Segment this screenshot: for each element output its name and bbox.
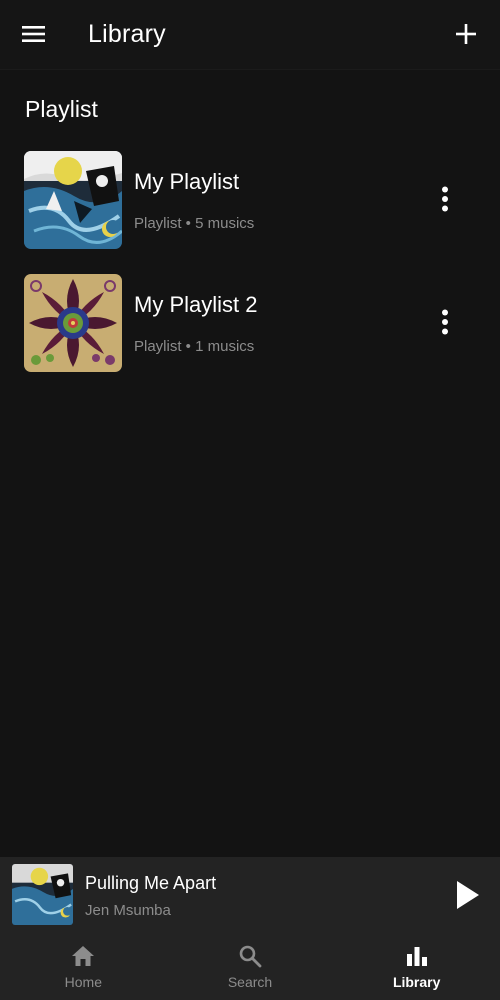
- playlist-cover-image: [24, 151, 122, 249]
- plus-icon: [456, 24, 476, 44]
- nav-home[interactable]: Home: [0, 934, 167, 1000]
- playlist-more-button[interactable]: [430, 179, 460, 219]
- playlist-name: My Playlist: [134, 169, 240, 194]
- play-icon: [457, 881, 479, 909]
- menu-button[interactable]: [14, 16, 54, 52]
- now-playing-title: Pulling Me Apart: [85, 873, 217, 893]
- playlist-cover-image: [24, 274, 122, 372]
- search-icon: [239, 945, 262, 968]
- playlist-more-button[interactable]: [430, 302, 460, 342]
- nav-search[interactable]: Search: [167, 934, 334, 1000]
- home-icon: [72, 946, 95, 966]
- now-playing-artist: Jen Msumba: [85, 902, 171, 919]
- app-root: Library Playlist My Playlist Playlist • …: [0, 0, 500, 1000]
- playlist-name: My Playlist 2: [134, 292, 258, 317]
- page-title: Library: [88, 20, 166, 48]
- menu-icon: [22, 26, 45, 42]
- playlist-meta: Playlist • 1 musics: [134, 338, 255, 355]
- bar-chart-icon: [406, 947, 427, 966]
- nav-library[interactable]: Library: [333, 934, 500, 1000]
- play-button[interactable]: [448, 875, 488, 915]
- section-title: Playlist: [25, 96, 98, 122]
- playlist-meta: Playlist • 5 musics: [134, 215, 255, 232]
- more-vertical-icon: [442, 186, 448, 212]
- now-playing-cover-image: [12, 864, 73, 925]
- nav-search-label: Search: [227, 974, 273, 990]
- playlist-item[interactable]: My Playlist Playlist • 5 musics: [0, 145, 500, 255]
- nav-library-label: Library: [392, 974, 441, 990]
- playlist-item[interactable]: My Playlist 2 Playlist • 1 musics: [0, 268, 500, 378]
- add-playlist-button[interactable]: [446, 14, 486, 54]
- bottom-navigation: Home Search Library: [0, 934, 500, 1000]
- top-app-bar: Library: [0, 0, 500, 70]
- nav-home-label: Home: [64, 974, 103, 990]
- mini-player[interactable]: Pulling Me Apart Jen Msumba: [0, 857, 500, 934]
- more-vertical-icon: [442, 309, 448, 335]
